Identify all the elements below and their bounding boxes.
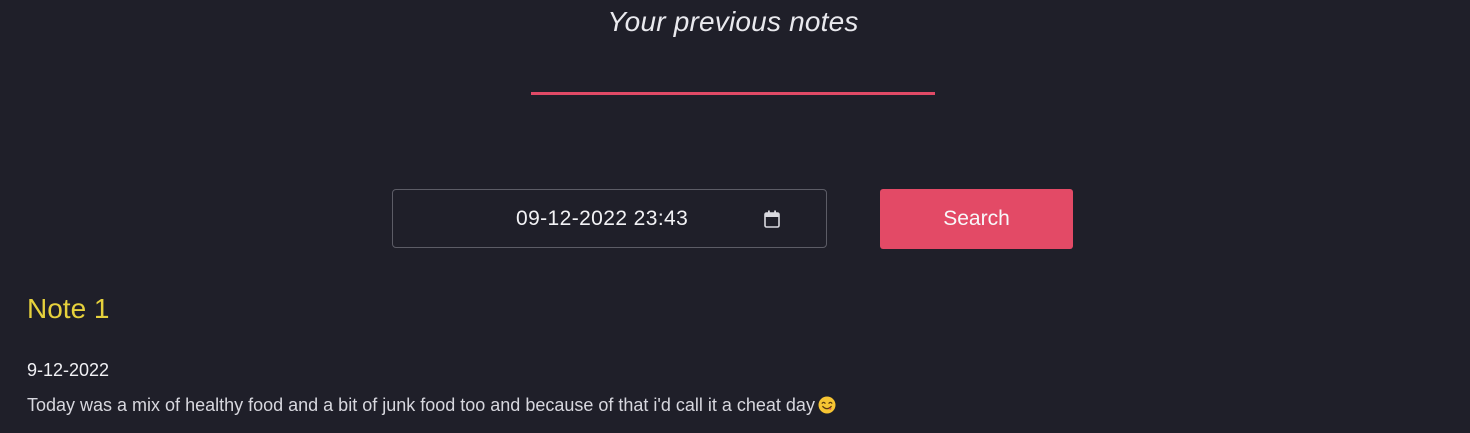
search-button[interactable]: Search	[880, 189, 1073, 249]
note-title: Note 1	[27, 293, 110, 324]
note-body-container: Today was a mix of healthy food and a bi…	[27, 395, 836, 416]
datetime-value[interactable]: 09-12-2022 23:43	[516, 207, 688, 231]
page-title: Your previous notes	[607, 6, 859, 37]
calendar-icon[interactable]	[764, 210, 780, 228]
datetime-input[interactable]: 09-12-2022 23:43	[392, 189, 827, 248]
face-savoring-food-emoji-icon	[818, 396, 836, 414]
page: Your previous notes 09-12-2022 23:43 Sea…	[0, 0, 1470, 433]
note-date: 9-12-2022	[27, 360, 110, 380]
title-underline	[531, 92, 935, 95]
note-body: Today was a mix of healthy food and a bi…	[27, 395, 815, 415]
